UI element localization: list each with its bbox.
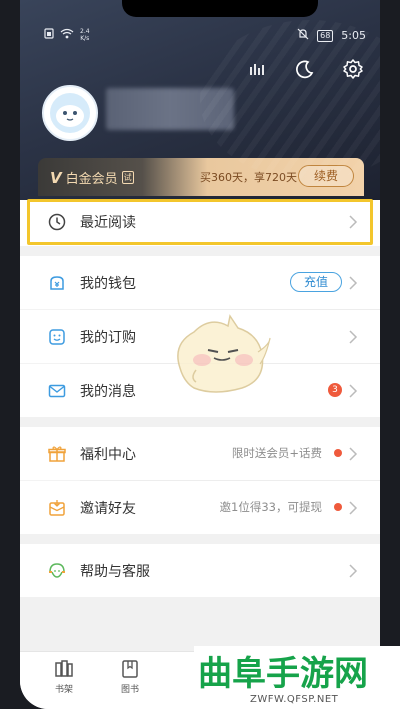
section-gap [20,534,380,544]
watermark: 曲阜手游网 ZWFW.QFSP.NET [194,646,400,709]
sim-icon [44,28,54,42]
section-gap [20,597,380,651]
screen: 2.4 K/s 68 5:05 V 白金会员 试 买360天，享720天 续费 … [20,0,380,709]
chevron-right-icon [349,215,358,229]
menu-item-invite[interactable]: 邀请好友 邀1位得33，可提现 [20,481,380,534]
invite-icon [46,497,68,519]
notification-dot [334,449,342,457]
menu-item-welfare[interactable]: 福利中心 限时送会员+话费 [20,427,380,480]
recent-row[interactable]: 最近阅读 [30,202,370,242]
order-icon [46,326,68,348]
chevron-right-icon [349,330,358,344]
battery-indicator: 68 [317,29,334,42]
invite-hint: 邀1位得33，可提现 [219,500,322,514]
vip-trial-badge: 试 [121,171,134,184]
menu-label-invite: 邀请好友 [80,500,136,517]
menu-label-orders: 我的订购 [80,329,136,346]
profile-header: 2.4 K/s 68 5:05 V 白金会员 试 买360天，享720天 续费 [20,0,380,200]
notification-dot [334,503,342,511]
recharge-button[interactable]: 充值 [290,272,342,292]
vip-offer: 买360天，享720天 [200,171,297,184]
chevron-right-icon [349,447,358,461]
moon-icon[interactable] [294,58,316,84]
nav-label-bookshelf: 书架 [54,685,73,695]
section-gap [20,417,380,427]
status-bar: 2.4 K/s 68 5:05 [20,24,380,46]
menu-item-wallet[interactable]: 我的钱包 充值 [20,256,380,309]
renew-button[interactable]: 续费 [298,165,354,187]
vip-title: 白金会员 [65,172,118,187]
username-obscured [106,88,234,130]
watermark-url: ZWFW.QFSP.NET [250,694,339,705]
menu-label-welfare: 福利中心 [80,446,136,463]
bookshelf-icon [55,660,73,677]
chevron-right-icon [349,276,358,290]
menu-label-recent: 最近阅读 [80,215,136,231]
unread-count-badge: 3 [328,383,342,397]
clock-icon [46,211,68,233]
section-gap [20,246,380,256]
mute-icon [297,28,309,43]
gift-icon [46,443,68,465]
nav-label-books: 图书 [120,685,139,695]
nav-item-bookshelf[interactable]: 书架 [34,658,94,695]
stats-icon[interactable] [246,58,268,84]
camera-notch [122,0,318,17]
wifi-icon [60,28,74,42]
chevron-right-icon [349,501,358,515]
settings-icon[interactable] [342,58,364,84]
vip-logo-icon: V [50,168,62,187]
vip-card[interactable]: V 白金会员 试 买360天，享720天 续费 [38,158,364,196]
menu-label-messages: 我的消息 [80,383,136,400]
book-icon [122,660,138,678]
chevron-right-icon [349,564,358,578]
chevron-right-icon [349,384,358,398]
menu-item-help[interactable]: 帮助与客服 [20,544,380,597]
mascot-sticker [166,308,276,400]
nav-item-books[interactable]: 图书 [100,658,160,695]
network-speed: 2.4 K/s [80,28,90,42]
avatar[interactable] [42,85,98,141]
menu-label-wallet: 我的钱包 [80,275,136,292]
wallet-icon [46,272,68,294]
help-icon [46,560,68,582]
clock-time: 5:05 [341,29,366,42]
mail-icon [46,380,68,402]
menu-label-help: 帮助与客服 [80,563,150,580]
watermark-text: 曲阜手游网 [198,654,368,694]
welfare-hint: 限时送会员+话费 [231,446,322,460]
